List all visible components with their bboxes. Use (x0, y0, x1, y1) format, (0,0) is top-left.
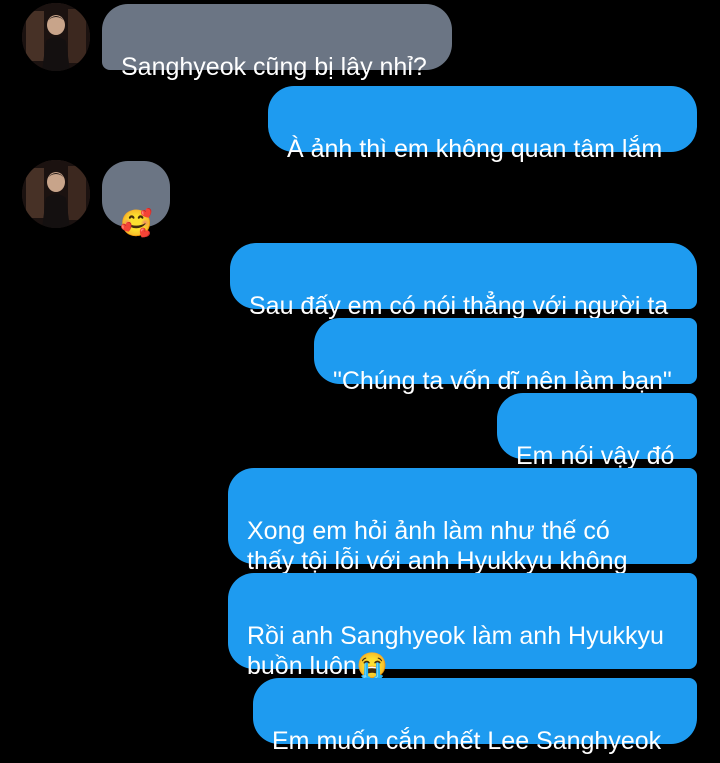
outgoing-message[interactable]: Em nói vậy đó (497, 393, 697, 470)
message-text: À ảnh thì em không quan tâm lắm (287, 135, 663, 163)
outgoing-message[interactable]: Sau đấy em có nói thẳng với người ta (230, 243, 697, 320)
profile-photo-icon (22, 3, 90, 71)
contact-avatar[interactable] (22, 160, 90, 228)
message-text: Xong em hỏi ảnh làm như thế có thấy tội … (247, 517, 628, 575)
outgoing-message[interactable]: Em muốn cắn chết Lee Sanghyeok (253, 678, 697, 755)
outgoing-message[interactable]: "Chúng ta vốn dĩ nên làm bạn" (314, 318, 697, 395)
smiling-face-with-hearts-icon: 🥰 (120, 208, 153, 238)
message-text: Em muốn cắn chết Lee Sanghyeok (272, 727, 662, 755)
outgoing-message[interactable]: Xong em hỏi ảnh làm như thế có thấy tội … (228, 468, 697, 575)
contact-avatar[interactable] (22, 3, 90, 71)
incoming-message[interactable]: 🥰 (102, 161, 170, 238)
outgoing-message[interactable]: À ảnh thì em không quan tâm lắm (268, 86, 697, 163)
profile-photo-icon (22, 160, 90, 228)
outgoing-message[interactable]: Rồi anh Sanghyeok làm anh Hyukkyu buồn l… (228, 573, 697, 680)
message-text: "Chúng ta vốn dĩ nên làm bạn" (333, 367, 672, 395)
message-text: Sau đấy em có nói thẳng với người ta (249, 292, 669, 320)
message-text: Rồi anh Sanghyeok làm anh Hyukkyu buồn l… (247, 622, 664, 680)
message-text: Em nói vậy đó (516, 442, 675, 470)
incoming-message[interactable]: Sanghyeok cũng bị lây nhỉ? (102, 4, 452, 81)
message-text: Sanghyeok cũng bị lây nhỉ? (121, 53, 427, 81)
